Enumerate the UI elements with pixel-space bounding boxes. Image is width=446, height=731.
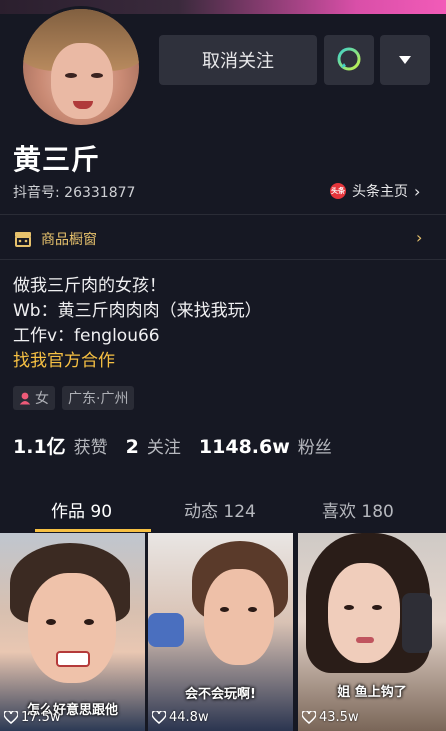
- toutiao-link-label: 头条主页: [352, 184, 408, 200]
- bio-line: Wb：黄三斤肉肉肉（来找我玩）: [13, 301, 262, 321]
- heart-icon: [152, 711, 166, 724]
- shop-window-label: 商品橱窗: [41, 232, 97, 248]
- video-likes-count: 43.5w: [319, 710, 359, 725]
- bio-line: 做我三斤肉的女孩！: [13, 276, 166, 296]
- following-label[interactable]: 关注: [147, 433, 181, 458]
- video-thumbnail[interactable]: 会不会玩啊! 44.8w: [148, 533, 293, 731]
- toutiao-logo-icon: 头条: [330, 183, 346, 199]
- video-caption: 姐 鱼上钩了: [337, 685, 407, 700]
- gender-label: 女: [35, 391, 49, 407]
- tab-works[interactable]: 作品 90: [51, 497, 112, 522]
- heart-icon: [4, 711, 18, 724]
- video-likes-count: 17.5w: [21, 710, 61, 725]
- video-thumbnail[interactable]: 姐 鱼上钩了 43.5w: [298, 533, 446, 731]
- video-caption: 会不会玩啊!: [185, 687, 256, 702]
- shop-icon: [15, 232, 31, 247]
- official-cooperation-link[interactable]: 找我官方合作: [13, 346, 115, 371]
- heart-icon: [302, 711, 316, 724]
- profile-name: 黄三斤: [13, 143, 101, 176]
- chat-icon: [337, 47, 361, 71]
- video-likes-count: 44.8w: [169, 710, 209, 725]
- more-dropdown-button[interactable]: [380, 35, 430, 85]
- profile-stats: 1.1亿 获赞 2 关注 1148.6w 粉丝: [13, 432, 342, 459]
- shop-window-link[interactable]: 商品橱窗: [14, 229, 97, 249]
- following-count[interactable]: 2: [126, 436, 139, 458]
- divider: [0, 214, 446, 215]
- avatar[interactable]: [20, 6, 142, 128]
- toutiao-homepage-link[interactable]: 头条 头条主页 ›: [330, 181, 420, 201]
- unfollow-button[interactable]: 取消关注: [159, 35, 317, 85]
- video-likes: 17.5w: [4, 710, 61, 725]
- tab-activity[interactable]: 动态 124: [184, 497, 256, 522]
- caret-down-icon: [399, 56, 411, 64]
- message-button[interactable]: [324, 35, 374, 85]
- location-tag: 广东·广州: [62, 386, 135, 410]
- douyin-id: 抖音号: 26331877: [13, 185, 136, 201]
- likes-label: 获赞: [73, 438, 108, 458]
- divider: [0, 259, 446, 260]
- gender-tag: 女: [13, 386, 55, 410]
- bio-line: 工作v：fenglou66: [13, 326, 160, 346]
- chevron-right-icon: ›: [416, 228, 423, 247]
- tab-likes[interactable]: 喜欢 180: [322, 497, 394, 522]
- female-icon: [19, 392, 31, 405]
- video-likes: 43.5w: [302, 710, 359, 725]
- video-thumbnail[interactable]: 怎么好意思跟他 17.5w: [0, 533, 145, 731]
- followers-label[interactable]: 粉丝: [298, 433, 332, 458]
- video-likes: 44.8w: [152, 710, 209, 725]
- active-tab-indicator: [35, 529, 151, 532]
- chevron-right-icon: ›: [414, 181, 421, 201]
- location-label: 广东·广州: [68, 391, 129, 407]
- likes-count: 1.1亿: [13, 436, 66, 458]
- followers-count[interactable]: 1148.6w: [199, 436, 290, 458]
